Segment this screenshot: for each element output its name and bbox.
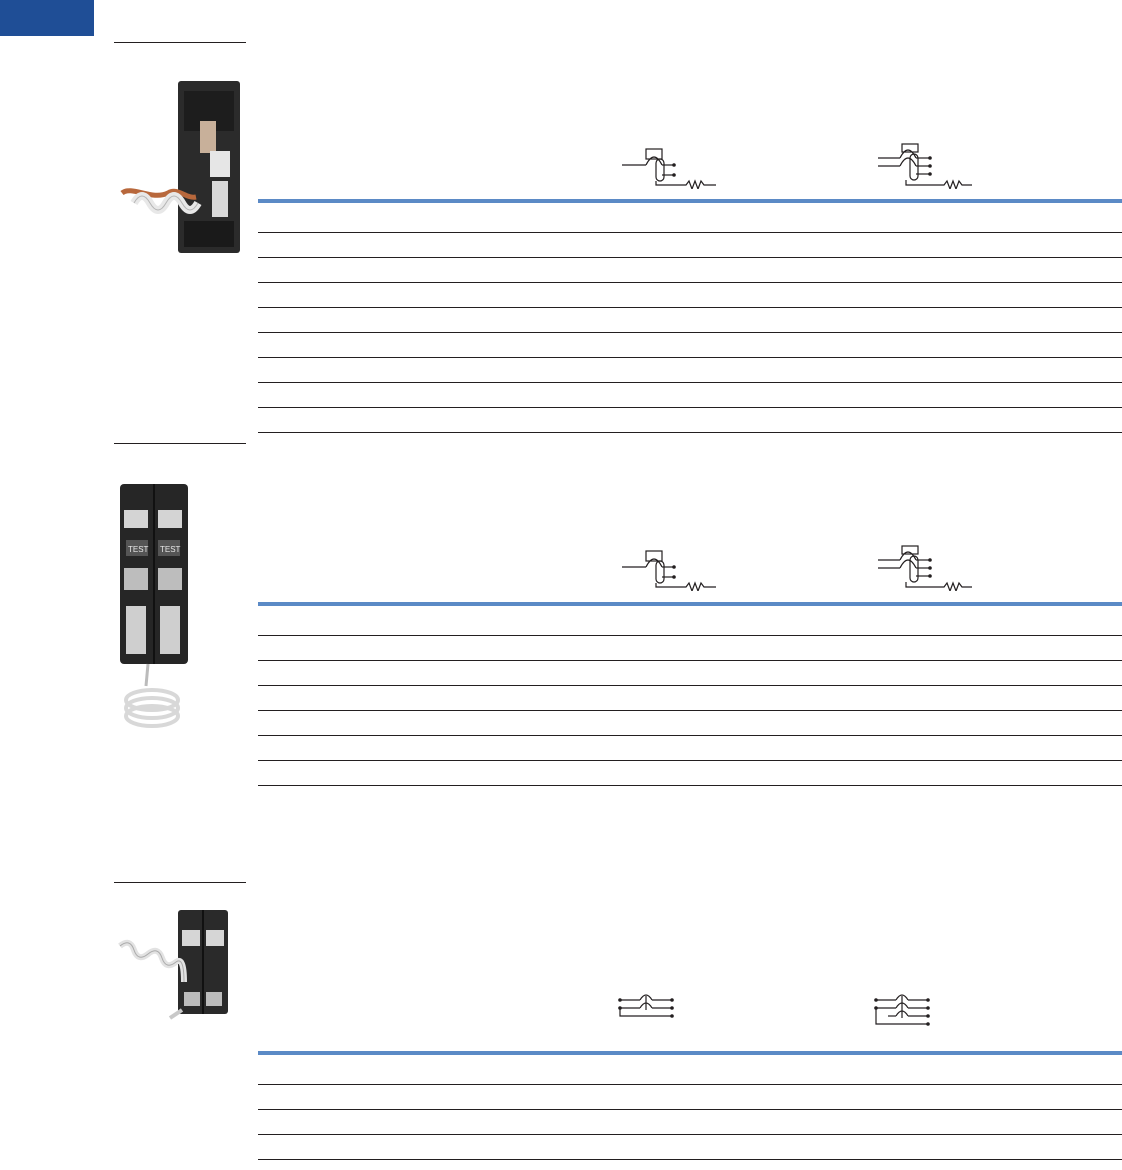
table-header-rule [258,1051,1122,1055]
table-row [258,736,1122,761]
table-row [258,1110,1122,1135]
table-row [258,358,1122,383]
table-header-rule [258,199,1122,203]
table-row [258,611,1122,636]
catalog-table [258,190,1122,433]
table-row [258,1085,1122,1110]
table-row [258,1135,1122,1160]
two-pole-trip-diagram [878,545,972,591]
table-row [258,661,1122,686]
single-pole-trip-diagram [622,550,716,591]
section-divider [114,42,246,43]
single-pole-breaker-with-pigtail-photo [112,75,246,257]
table-row [258,333,1122,358]
section-divider [114,443,246,444]
single-pole-trip-diagram [622,148,716,189]
product-section-3 [0,870,1122,1170]
table-row [258,233,1122,258]
catalog-table [258,1042,1122,1170]
catalog-table [258,593,1122,786]
product-section-2: TEST TEST [0,430,1122,790]
product-section-1 [0,0,1122,433]
table-header-rule [258,602,1122,606]
table-row [258,1160,1122,1170]
table-row [258,761,1122,786]
two-wire-connection-diagram [618,994,674,1018]
table-row [258,258,1122,283]
table-row [258,711,1122,736]
section-divider [114,882,246,883]
table-row [258,636,1122,661]
table-row [258,283,1122,308]
two-pole-breaker-with-test-buttons-photo: TEST TEST [112,480,196,732]
svg-text:TEST: TEST [160,545,181,554]
two-pole-trip-diagram [878,143,972,189]
table-row [258,1060,1122,1085]
three-wire-connection-diagram [874,994,930,1026]
table-row [258,208,1122,233]
svg-text:TEST: TEST [128,545,149,554]
table-row [258,308,1122,333]
table-row [258,686,1122,711]
two-pole-breaker-with-coiled-lead-photo [112,906,234,1024]
table-row [258,383,1122,408]
